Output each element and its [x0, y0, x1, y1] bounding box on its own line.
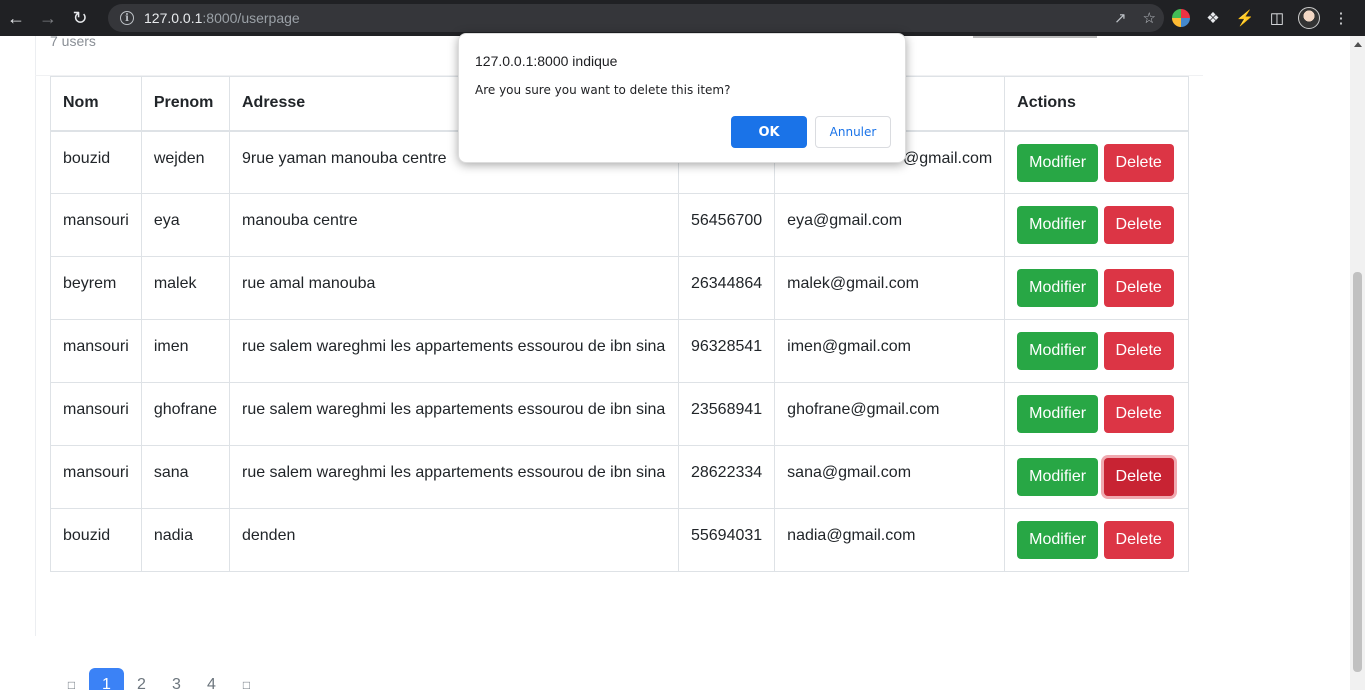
cell-actions: Modifier Delete — [1004, 130, 1190, 194]
modifier-button[interactable]: Modifier — [1017, 458, 1099, 496]
browser-toolbar: ← → ↻ i 127.0.0.1:8000/userpage ↗ ☆ ❖ ⚡ … — [0, 0, 1365, 36]
delete-button[interactable]: Delete — [1103, 395, 1174, 433]
cell-email: imen@gmail.com — [774, 319, 1006, 383]
cell-nom: mansouri — [50, 445, 142, 509]
cell-tel: 26344864 — [677, 256, 776, 320]
page-2-button[interactable]: 2 — [124, 668, 159, 690]
cell-tel: 28622334 — [677, 445, 776, 509]
modifier-button[interactable]: Modifier — [1017, 521, 1099, 559]
cell-tel: 23568941 — [677, 382, 776, 446]
url-text[interactable]: 127.0.0.1:8000/userpage — [144, 10, 300, 26]
page-4-button[interactable]: 4 — [194, 668, 229, 690]
cell-prenom: eya — [140, 193, 230, 257]
table-row: mansouri imen rue salem wareghmi les appar… — [50, 319, 1190, 383]
back-icon[interactable]: ← — [0, 0, 32, 36]
extension-logo-icon[interactable] — [1170, 7, 1192, 29]
table-row: mansouri eya manouba centre 56456700 eya@gma… — [50, 193, 1190, 257]
delete-button[interactable]: Delete — [1103, 521, 1174, 559]
delete-button[interactable]: Delete — [1103, 458, 1174, 496]
table-row: bouzid nadia denden 55694031 nadia@gmail.com… — [50, 508, 1190, 572]
col-prenom: Prenom — [140, 76, 230, 132]
cell-tel: 55694031 — [677, 508, 776, 572]
modifier-button[interactable]: Modifier — [1017, 206, 1099, 244]
cell-email: sana@gmail.com — [774, 445, 1006, 509]
cell-prenom: malek — [140, 256, 230, 320]
cancel-button[interactable]: Annuler — [815, 116, 891, 148]
cell-adresse: rue salem wareghmi les appartements esso… — [228, 445, 679, 509]
url-host: 127.0.0.1 — [144, 10, 203, 26]
table-row: mansouri ghofrane rue salem wareghmi les a… — [50, 382, 1190, 446]
cell-actions: Modifier Delete — [1004, 445, 1190, 509]
col-nom: Nom — [50, 76, 142, 132]
address-bar[interactable]: i 127.0.0.1:8000/userpage ↗ ☆ — [108, 4, 1164, 32]
cell-prenom: nadia — [140, 508, 230, 572]
delete-button[interactable]: Delete — [1103, 143, 1174, 182]
cell-adresse: manouba centre — [228, 193, 679, 257]
cell-nom: mansouri — [50, 319, 142, 383]
table-row: beyrem malek rue amal manouba 26344864 malek… — [50, 256, 1190, 320]
cell-tel: 96328541 — [677, 319, 776, 383]
cell-nom: mansouri — [50, 193, 142, 257]
sidepanel-icon[interactable]: ◫ — [1266, 7, 1288, 29]
dialog-title: 127.0.0.1:8000 indique — [475, 53, 618, 69]
cell-adresse: rue salem wareghmi les appartements esso… — [228, 319, 679, 383]
cell-email: eya@gmail.com — [774, 193, 1006, 257]
modifier-button[interactable]: Modifier — [1017, 143, 1099, 182]
page-1-button[interactable]: 1 — [89, 668, 124, 690]
ok-button[interactable]: OK — [731, 116, 807, 148]
confirm-dialog: 127.0.0.1:8000 indique Are you sure you … — [458, 33, 906, 163]
next-page-icon[interactable]: □ — [229, 668, 264, 690]
cell-actions: Modifier Delete — [1004, 256, 1190, 320]
col-actions: Actions — [1004, 76, 1190, 132]
cell-email: nadia@gmail.com — [774, 508, 1006, 572]
cell-email: malek@gmail.com — [774, 256, 1006, 320]
delete-button[interactable]: Delete — [1103, 332, 1174, 370]
modifier-button[interactable]: Modifier — [1017, 332, 1099, 370]
cell-prenom: wejden — [140, 130, 230, 194]
user-count: 7 users — [50, 36, 96, 49]
cell-email: ghofrane@gmail.com — [774, 382, 1006, 446]
cell-actions: Modifier Delete — [1004, 382, 1190, 446]
prev-page-icon[interactable]: □ — [54, 668, 89, 690]
scroll-thumb[interactable] — [1353, 272, 1362, 672]
reload-icon[interactable]: ↻ — [64, 0, 96, 36]
scrollbar[interactable] — [1350, 36, 1365, 690]
kebab-menu-icon[interactable]: ⋮ — [1330, 7, 1352, 29]
cell-adresse: rue salem wareghmi les appartements esso… — [228, 382, 679, 446]
avatar[interactable] — [1298, 7, 1320, 29]
dialog-message: Are you sure you want to delete this ite… — [475, 83, 731, 97]
cell-prenom: imen — [140, 319, 230, 383]
star-icon[interactable]: ☆ — [1143, 9, 1156, 27]
cell-adresse: denden — [228, 508, 679, 572]
puzzle-icon[interactable]: ❖ — [1202, 7, 1224, 29]
share-icon[interactable]: ↗ — [1114, 9, 1127, 27]
forward-icon[interactable]: → — [32, 0, 64, 36]
modifier-button[interactable]: Modifier — [1017, 395, 1099, 433]
cell-nom: bouzid — [50, 130, 142, 194]
cell-adresse: rue amal manouba — [228, 256, 679, 320]
cell-prenom: ghofrane — [140, 382, 230, 446]
info-icon[interactable]: i — [120, 11, 134, 25]
sync-icon[interactable]: ⚡ — [1234, 7, 1256, 29]
cell-nom: beyrem — [50, 256, 142, 320]
delete-button[interactable]: Delete — [1103, 269, 1174, 307]
cell-nom: bouzid — [50, 508, 142, 572]
header-button-edge — [973, 36, 1097, 38]
cell-prenom: sana — [140, 445, 230, 509]
cell-nom: mansouri — [50, 382, 142, 446]
pagination: □ 1 2 3 4 □ — [54, 668, 264, 690]
modifier-button[interactable]: Modifier — [1017, 269, 1099, 307]
url-path: :8000/userpage — [202, 10, 300, 26]
cell-actions: Modifier Delete — [1004, 508, 1190, 572]
cell-actions: Modifier Delete — [1004, 319, 1190, 383]
cell-tel: 56456700 — [677, 193, 776, 257]
table-row: mansouri sana rue salem wareghmi les appar… — [50, 445, 1190, 509]
scroll-up-icon[interactable] — [1354, 42, 1362, 47]
delete-button[interactable]: Delete — [1103, 206, 1174, 244]
cell-actions: Modifier Delete — [1004, 193, 1190, 257]
page-3-button[interactable]: 3 — [159, 668, 194, 690]
